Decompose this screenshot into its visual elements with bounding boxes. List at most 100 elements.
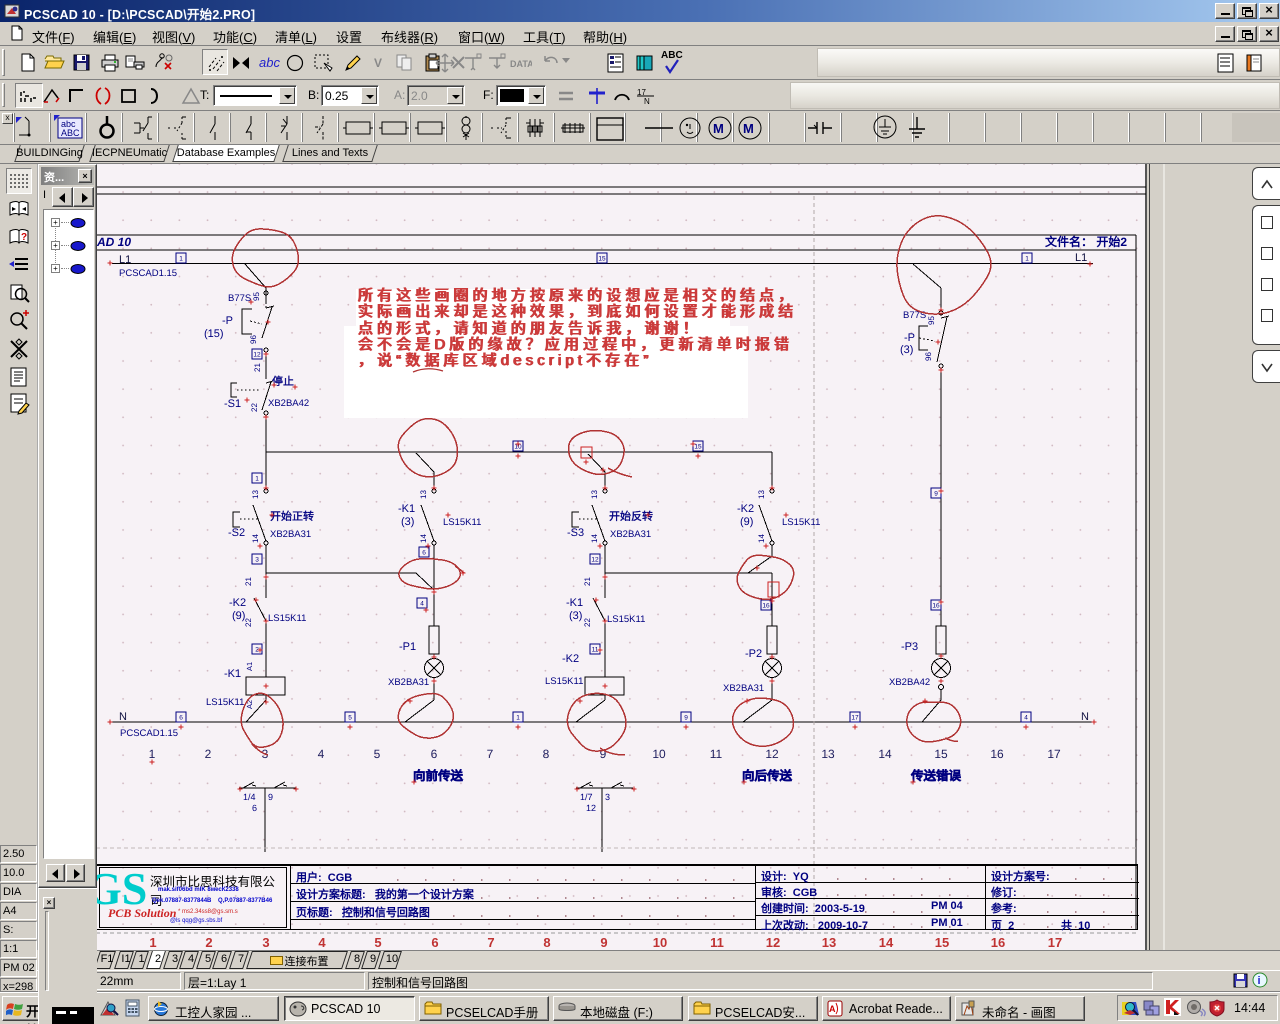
svg-text:13: 13 <box>821 747 835 761</box>
svg-text:1: 1 <box>516 715 520 722</box>
svg-text:8: 8 <box>543 747 550 761</box>
svg-text:15: 15 <box>598 256 606 263</box>
svg-text:12: 12 <box>586 803 596 813</box>
svg-text:13: 13 <box>419 490 428 499</box>
svg-text:96: 96 <box>249 335 258 344</box>
svg-text:(3): (3) <box>569 610 582 622</box>
svg-text:1: 1 <box>149 747 156 761</box>
svg-text:开始正转: 开始正转 <box>270 510 314 523</box>
svg-text:向后传送: 向后传送 <box>742 769 793 783</box>
svg-text:A1: A1 <box>245 662 254 671</box>
svg-text:14: 14 <box>878 747 892 761</box>
svg-text:LS15K11: LS15K11 <box>782 517 820 528</box>
svg-text:17: 17 <box>1047 747 1061 761</box>
svg-text:14: 14 <box>590 534 599 543</box>
svg-text:95: 95 <box>927 316 936 325</box>
svg-text:6: 6 <box>422 550 426 557</box>
svg-text:14: 14 <box>251 534 260 543</box>
svg-text:16: 16 <box>990 747 1004 761</box>
svg-text:(3): (3) <box>900 344 913 356</box>
svg-text:3: 3 <box>255 557 259 564</box>
svg-text:9: 9 <box>268 792 273 802</box>
svg-text:ABC: ABC <box>61 128 80 138</box>
svg-text:A: A <box>829 1004 836 1014</box>
svg-text:-S1: -S1 <box>224 398 241 410</box>
svg-text:PCSCAD1.15: PCSCAD1.15 <box>119 268 177 279</box>
svg-text:13: 13 <box>590 490 599 499</box>
svg-text:(15): (15) <box>204 328 224 340</box>
svg-text:停止: 停止 <box>272 375 294 388</box>
svg-text:-S2: -S2 <box>228 527 245 539</box>
svg-text:PCSCAD1.15: PCSCAD1.15 <box>120 728 178 739</box>
svg-text:21: 21 <box>244 577 253 586</box>
svg-text:22: 22 <box>583 618 592 627</box>
svg-text:9: 9 <box>684 715 688 722</box>
svg-text:N: N <box>644 97 650 106</box>
svg-text:1: 1 <box>1025 256 1029 263</box>
svg-text:17: 17 <box>851 715 859 722</box>
svg-text:7: 7 <box>487 747 494 761</box>
svg-text:2: 2 <box>205 747 212 761</box>
svg-text:16: 16 <box>762 603 770 610</box>
svg-text:95: 95 <box>252 292 261 301</box>
svg-text:XB2BA31: XB2BA31 <box>388 677 429 688</box>
svg-text:9: 9 <box>934 491 938 498</box>
svg-text:1: 1 <box>255 476 259 483</box>
svg-text:ABC: ABC <box>661 50 683 61</box>
svg-text:1: 1 <box>179 256 183 263</box>
svg-text:LS15K11: LS15K11 <box>443 517 481 528</box>
svg-text:21: 21 <box>583 577 592 586</box>
svg-text:6: 6 <box>252 803 257 813</box>
svg-text:XB2BA31: XB2BA31 <box>270 529 311 540</box>
svg-text:L1: L1 <box>1075 252 1087 264</box>
svg-text:N: N <box>1081 711 1089 723</box>
svg-text:V: V <box>374 56 382 70</box>
svg-text:-P1: -P1 <box>399 641 416 653</box>
svg-text:13: 13 <box>757 490 766 499</box>
svg-text:i: i <box>1258 975 1261 987</box>
svg-text:21: 21 <box>253 363 262 372</box>
svg-text:-S3: -S3 <box>567 527 584 539</box>
svg-text:-K2: -K2 <box>737 503 754 515</box>
svg-text:-P: -P <box>222 315 233 327</box>
svg-text:1/7: 1/7 <box>580 792 593 802</box>
svg-text:6: 6 <box>179 715 183 722</box>
svg-text:15: 15 <box>694 444 702 451</box>
svg-text:-P3: -P3 <box>901 641 918 653</box>
svg-text:XB2BA31: XB2BA31 <box>723 683 764 694</box>
svg-text:3: 3 <box>605 792 610 802</box>
svg-text:5: 5 <box>348 715 352 722</box>
svg-text:-K2: -K2 <box>562 653 579 665</box>
svg-text:?: ? <box>21 232 27 243</box>
svg-text:22: 22 <box>244 618 253 627</box>
svg-text:-P2: -P2 <box>745 648 762 660</box>
svg-text:1/4: 1/4 <box>243 792 256 802</box>
svg-text:11: 11 <box>710 747 723 761</box>
svg-text:-K1: -K1 <box>224 668 241 680</box>
svg-text:14: 14 <box>757 534 766 543</box>
svg-text:M: M <box>713 121 724 136</box>
svg-text:5: 5 <box>374 747 381 761</box>
svg-text:DATA: DATA <box>510 59 532 69</box>
svg-text:12: 12 <box>765 747 779 761</box>
svg-text:4: 4 <box>1024 715 1028 722</box>
svg-text:LS15K11: LS15K11 <box>206 697 244 708</box>
svg-text:传送错误: 传送错误 <box>910 769 962 783</box>
svg-text:4: 4 <box>318 747 325 761</box>
svg-text:XB2BA42: XB2BA42 <box>889 677 930 688</box>
svg-text:(9): (9) <box>740 516 753 528</box>
svg-text:16: 16 <box>932 603 940 610</box>
svg-text:B77S: B77S <box>228 293 251 304</box>
svg-text:-K1: -K1 <box>398 503 415 515</box>
svg-text:-P: -P <box>904 332 915 344</box>
svg-text:10: 10 <box>652 747 666 761</box>
svg-text:13: 13 <box>251 490 260 499</box>
svg-text:22: 22 <box>250 403 259 412</box>
svg-text:15: 15 <box>934 747 948 761</box>
svg-text:L1: L1 <box>119 254 131 266</box>
svg-text:-K2: -K2 <box>229 597 246 609</box>
svg-text:文件名： 开始2: 文件名： 开始2 <box>1045 235 1127 249</box>
svg-text:(3): (3) <box>401 516 414 528</box>
svg-text:M: M <box>743 121 754 136</box>
svg-text:6: 6 <box>431 747 438 761</box>
